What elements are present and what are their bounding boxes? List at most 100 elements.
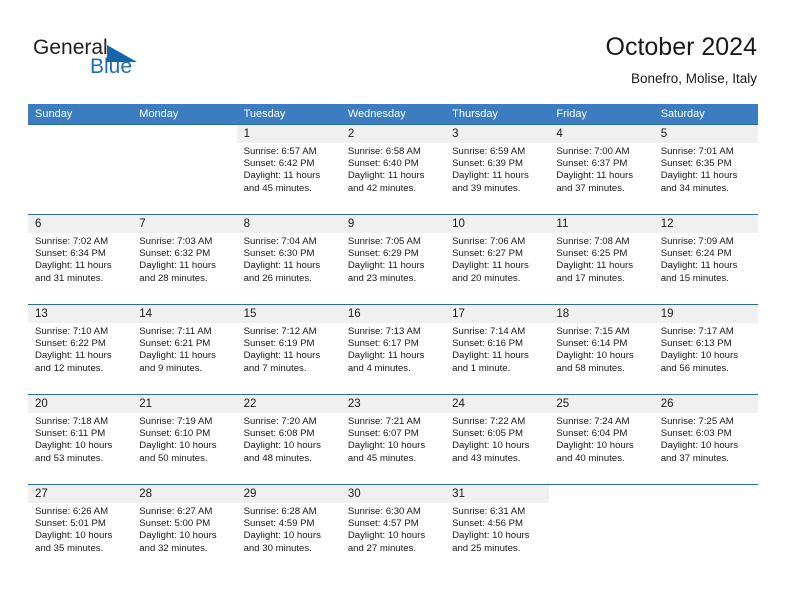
day-cell-15[interactable]: 15 Sunrise: 7:12 AM Sunset: 6:19 PM Dayligh… bbox=[236, 305, 341, 394]
day-cell-30[interactable]: 30 Sunrise: 6:30 AM Sunset: 4:57 PM Dayligh… bbox=[340, 485, 446, 574]
daylight-text: and 7 minutes. bbox=[243, 362, 307, 374]
daylight-text: Daylight: 11 hours bbox=[243, 260, 321, 272]
day-number bbox=[28, 125, 132, 143]
day-details: Sunrise: 7:21 AM Sunset: 6:07 PM Daylight:… bbox=[341, 413, 445, 465]
daylight-text: Daylight: 10 hours bbox=[660, 440, 739, 452]
day-details: Sunrise: 6:26 AM Sunset: 5:01 PM Daylight:… bbox=[28, 503, 132, 555]
day-cell-24[interactable]: 24 Sunrise: 7:22 AM Sunset: 6:05 PM Dayligh… bbox=[445, 395, 550, 484]
day-number: 30 bbox=[340, 485, 446, 503]
sunset-text: Sunset: 6:22 PM bbox=[35, 338, 106, 350]
weekday-header-saturday: Saturday bbox=[660, 108, 705, 120]
day-number: 5 bbox=[653, 125, 758, 143]
daylight-text: and 50 minutes. bbox=[139, 452, 208, 464]
daylight-text: and 26 minutes. bbox=[243, 272, 312, 284]
day-cell-31[interactable]: 31 Sunrise: 6:31 AM Sunset: 4:56 PM Dayligh… bbox=[445, 485, 550, 574]
day-cell-6[interactable]: 6 Sunrise: 7:02 AM Sunset: 6:34 PM Daylight… bbox=[28, 215, 133, 304]
daylight-text: and 37 minutes. bbox=[660, 452, 729, 464]
day-number: 7 bbox=[132, 215, 237, 233]
day-cell-23[interactable]: 23 Sunrise: 7:21 AM Sunset: 6:07 PM Dayligh… bbox=[340, 395, 446, 484]
day-cell-13[interactable]: 13 Sunrise: 7:10 AM Sunset: 6:22 PM Dayligh… bbox=[28, 305, 133, 394]
daylight-text: Daylight: 10 hours bbox=[347, 530, 426, 542]
day-number: 23 bbox=[340, 395, 446, 413]
day-cell-2[interactable]: 2 Sunrise: 6:58 AM Sunset: 6:40 PM Daylight… bbox=[340, 125, 446, 214]
day-number: 11 bbox=[549, 215, 654, 233]
sunrise-text: Sunrise: 7:20 AM bbox=[243, 416, 317, 427]
sunset-text: Sunset: 6:11 PM bbox=[35, 428, 106, 440]
sunrise-text: Sunrise: 7:18 AM bbox=[35, 416, 109, 427]
day-details: Sunrise: 7:08 AM Sunset: 6:25 PM Daylight:… bbox=[549, 233, 653, 285]
day-cell-4[interactable]: 4 Sunrise: 7:00 AM Sunset: 6:37 PM Daylight… bbox=[549, 125, 654, 214]
day-details: Sunrise: 7:14 AM Sunset: 6:16 PM Daylight:… bbox=[445, 323, 549, 375]
daylight-text: and 56 minutes. bbox=[660, 362, 729, 374]
day-cell-11[interactable]: 11 Sunrise: 7:08 AM Sunset: 6:25 PM Dayligh… bbox=[549, 215, 654, 304]
daylight-text: Daylight: 11 hours bbox=[35, 260, 112, 272]
day-cell-14[interactable]: 14 Sunrise: 7:11 AM Sunset: 6:21 PM Dayligh… bbox=[132, 305, 237, 394]
day-cell-29[interactable]: 29 Sunrise: 6:28 AM Sunset: 4:59 PM Dayligh… bbox=[236, 485, 341, 574]
sunset-text: Sunset: 6:29 PM bbox=[347, 248, 419, 260]
day-cell-empty bbox=[654, 485, 758, 574]
day-details: Sunrise: 7:24 AM Sunset: 6:04 PM Daylight:… bbox=[549, 413, 653, 465]
day-cell-25[interactable]: 25 Sunrise: 7:24 AM Sunset: 6:04 PM Dayligh… bbox=[549, 395, 654, 484]
day-cell-3[interactable]: 3 Sunrise: 6:59 AM Sunset: 6:39 PM Daylight… bbox=[445, 125, 550, 214]
day-number: 6 bbox=[28, 215, 133, 233]
daylight-text: and 28 minutes. bbox=[139, 272, 208, 284]
day-cell-1[interactable]: 1 Sunrise: 6:57 AM Sunset: 6:42 PM Daylight… bbox=[236, 125, 341, 214]
daylight-text: Daylight: 10 hours bbox=[556, 440, 634, 452]
day-cell-empty bbox=[28, 125, 132, 214]
day-details: Sunrise: 7:04 AM Sunset: 6:30 PM Daylight:… bbox=[237, 233, 341, 285]
day-cell-5[interactable]: 5 Sunrise: 7:01 AM Sunset: 6:35 PM Daylight… bbox=[653, 125, 758, 214]
day-cell-18[interactable]: 18 Sunrise: 7:15 AM Sunset: 6:14 PM Dayligh… bbox=[549, 305, 654, 394]
sunrise-text: Sunrise: 7:21 AM bbox=[347, 416, 421, 427]
daylight-text: Daylight: 10 hours bbox=[35, 440, 113, 452]
day-number: 26 bbox=[653, 395, 758, 413]
day-cell-16[interactable]: 16 Sunrise: 7:13 AM Sunset: 6:17 PM Dayligh… bbox=[340, 305, 446, 394]
general-blue-logo[interactable]: General Blue bbox=[33, 36, 203, 86]
sunrise-text: Sunrise: 7:17 AM bbox=[660, 326, 734, 337]
day-details: Sunrise: 6:58 AM Sunset: 6:40 PM Daylight:… bbox=[341, 143, 445, 195]
day-cell-28[interactable]: 28 Sunrise: 6:27 AM Sunset: 5:00 PM Dayligh… bbox=[132, 485, 237, 574]
day-cell-12[interactable]: 12 Sunrise: 7:09 AM Sunset: 6:24 PM Dayligh… bbox=[653, 215, 758, 304]
day-cell-22[interactable]: 22 Sunrise: 7:20 AM Sunset: 6:08 PM Dayligh… bbox=[236, 395, 341, 484]
day-number: 22 bbox=[236, 395, 341, 413]
weekday-header-wednesday: Wednesday bbox=[347, 108, 406, 120]
daylight-text: and 45 minutes. bbox=[347, 452, 417, 464]
day-cell-26[interactable]: 26 Sunrise: 7:25 AM Sunset: 6:03 PM Dayligh… bbox=[653, 395, 758, 484]
sunset-text: Sunset: 6:17 PM bbox=[347, 338, 419, 350]
daylight-text: and 35 minutes. bbox=[35, 542, 104, 554]
sunrise-text: Sunrise: 7:22 AM bbox=[452, 416, 526, 427]
sunset-text: Sunset: 6:39 PM bbox=[452, 158, 524, 170]
sunset-text: Sunset: 6:03 PM bbox=[660, 428, 732, 440]
daylight-text: Daylight: 11 hours bbox=[556, 260, 634, 272]
daylight-text: Daylight: 11 hours bbox=[452, 350, 529, 362]
day-number: 28 bbox=[132, 485, 237, 503]
sunset-text: Sunset: 6:24 PM bbox=[660, 248, 732, 260]
day-details: Sunrise: 7:17 AM Sunset: 6:13 PM Daylight:… bbox=[654, 323, 758, 375]
day-number bbox=[549, 485, 653, 503]
daylight-text: Daylight: 10 hours bbox=[452, 530, 530, 542]
daylight-text: and 32 minutes. bbox=[139, 542, 208, 554]
day-details: Sunrise: 7:10 AM Sunset: 6:22 PM Daylight:… bbox=[28, 323, 132, 375]
day-cell-21[interactable]: 21 Sunrise: 7:19 AM Sunset: 6:10 PM Dayligh… bbox=[132, 395, 237, 484]
daylight-text: Daylight: 11 hours bbox=[347, 170, 425, 182]
sunset-text: Sunset: 6:32 PM bbox=[139, 248, 211, 260]
day-cell-27[interactable]: 27 Sunrise: 6:26 AM Sunset: 5:01 PM Dayligh… bbox=[28, 485, 133, 574]
day-cell-19[interactable]: 19 Sunrise: 7:17 AM Sunset: 6:13 PM Dayligh… bbox=[653, 305, 758, 394]
day-cell-7[interactable]: 7 Sunrise: 7:03 AM Sunset: 6:32 PM Daylight… bbox=[132, 215, 237, 304]
day-number: 16 bbox=[340, 305, 446, 323]
sunrise-text: Sunrise: 7:13 AM bbox=[347, 326, 421, 337]
day-cell-8[interactable]: 8 Sunrise: 7:04 AM Sunset: 6:30 PM Daylight… bbox=[236, 215, 341, 304]
page-subtitle: Bonefro, Molise, Italy bbox=[630, 71, 757, 86]
day-cell-20[interactable]: 20 Sunrise: 7:18 AM Sunset: 6:11 PM Dayligh… bbox=[28, 395, 133, 484]
sunrise-text: Sunrise: 6:59 AM bbox=[452, 146, 526, 157]
day-details: Sunrise: 7:19 AM Sunset: 6:10 PM Daylight:… bbox=[132, 413, 236, 465]
weekday-header-friday: Friday bbox=[556, 108, 587, 120]
day-cell-9[interactable]: 9 Sunrise: 7:05 AM Sunset: 6:29 PM Daylight… bbox=[340, 215, 446, 304]
daylight-text: and 15 minutes. bbox=[660, 272, 729, 284]
sunrise-text: Sunrise: 7:14 AM bbox=[452, 326, 526, 337]
sunrise-text: Sunrise: 7:09 AM bbox=[660, 236, 734, 247]
day-cell-17[interactable]: 17 Sunrise: 7:14 AM Sunset: 6:16 PM Dayligh… bbox=[445, 305, 550, 394]
day-number: 13 bbox=[28, 305, 133, 323]
page-title: October 2024 bbox=[605, 33, 758, 61]
day-cell-10[interactable]: 10 Sunrise: 7:06 AM Sunset: 6:27 PM Dayligh… bbox=[445, 215, 550, 304]
daylight-text: Daylight: 11 hours bbox=[243, 350, 321, 362]
